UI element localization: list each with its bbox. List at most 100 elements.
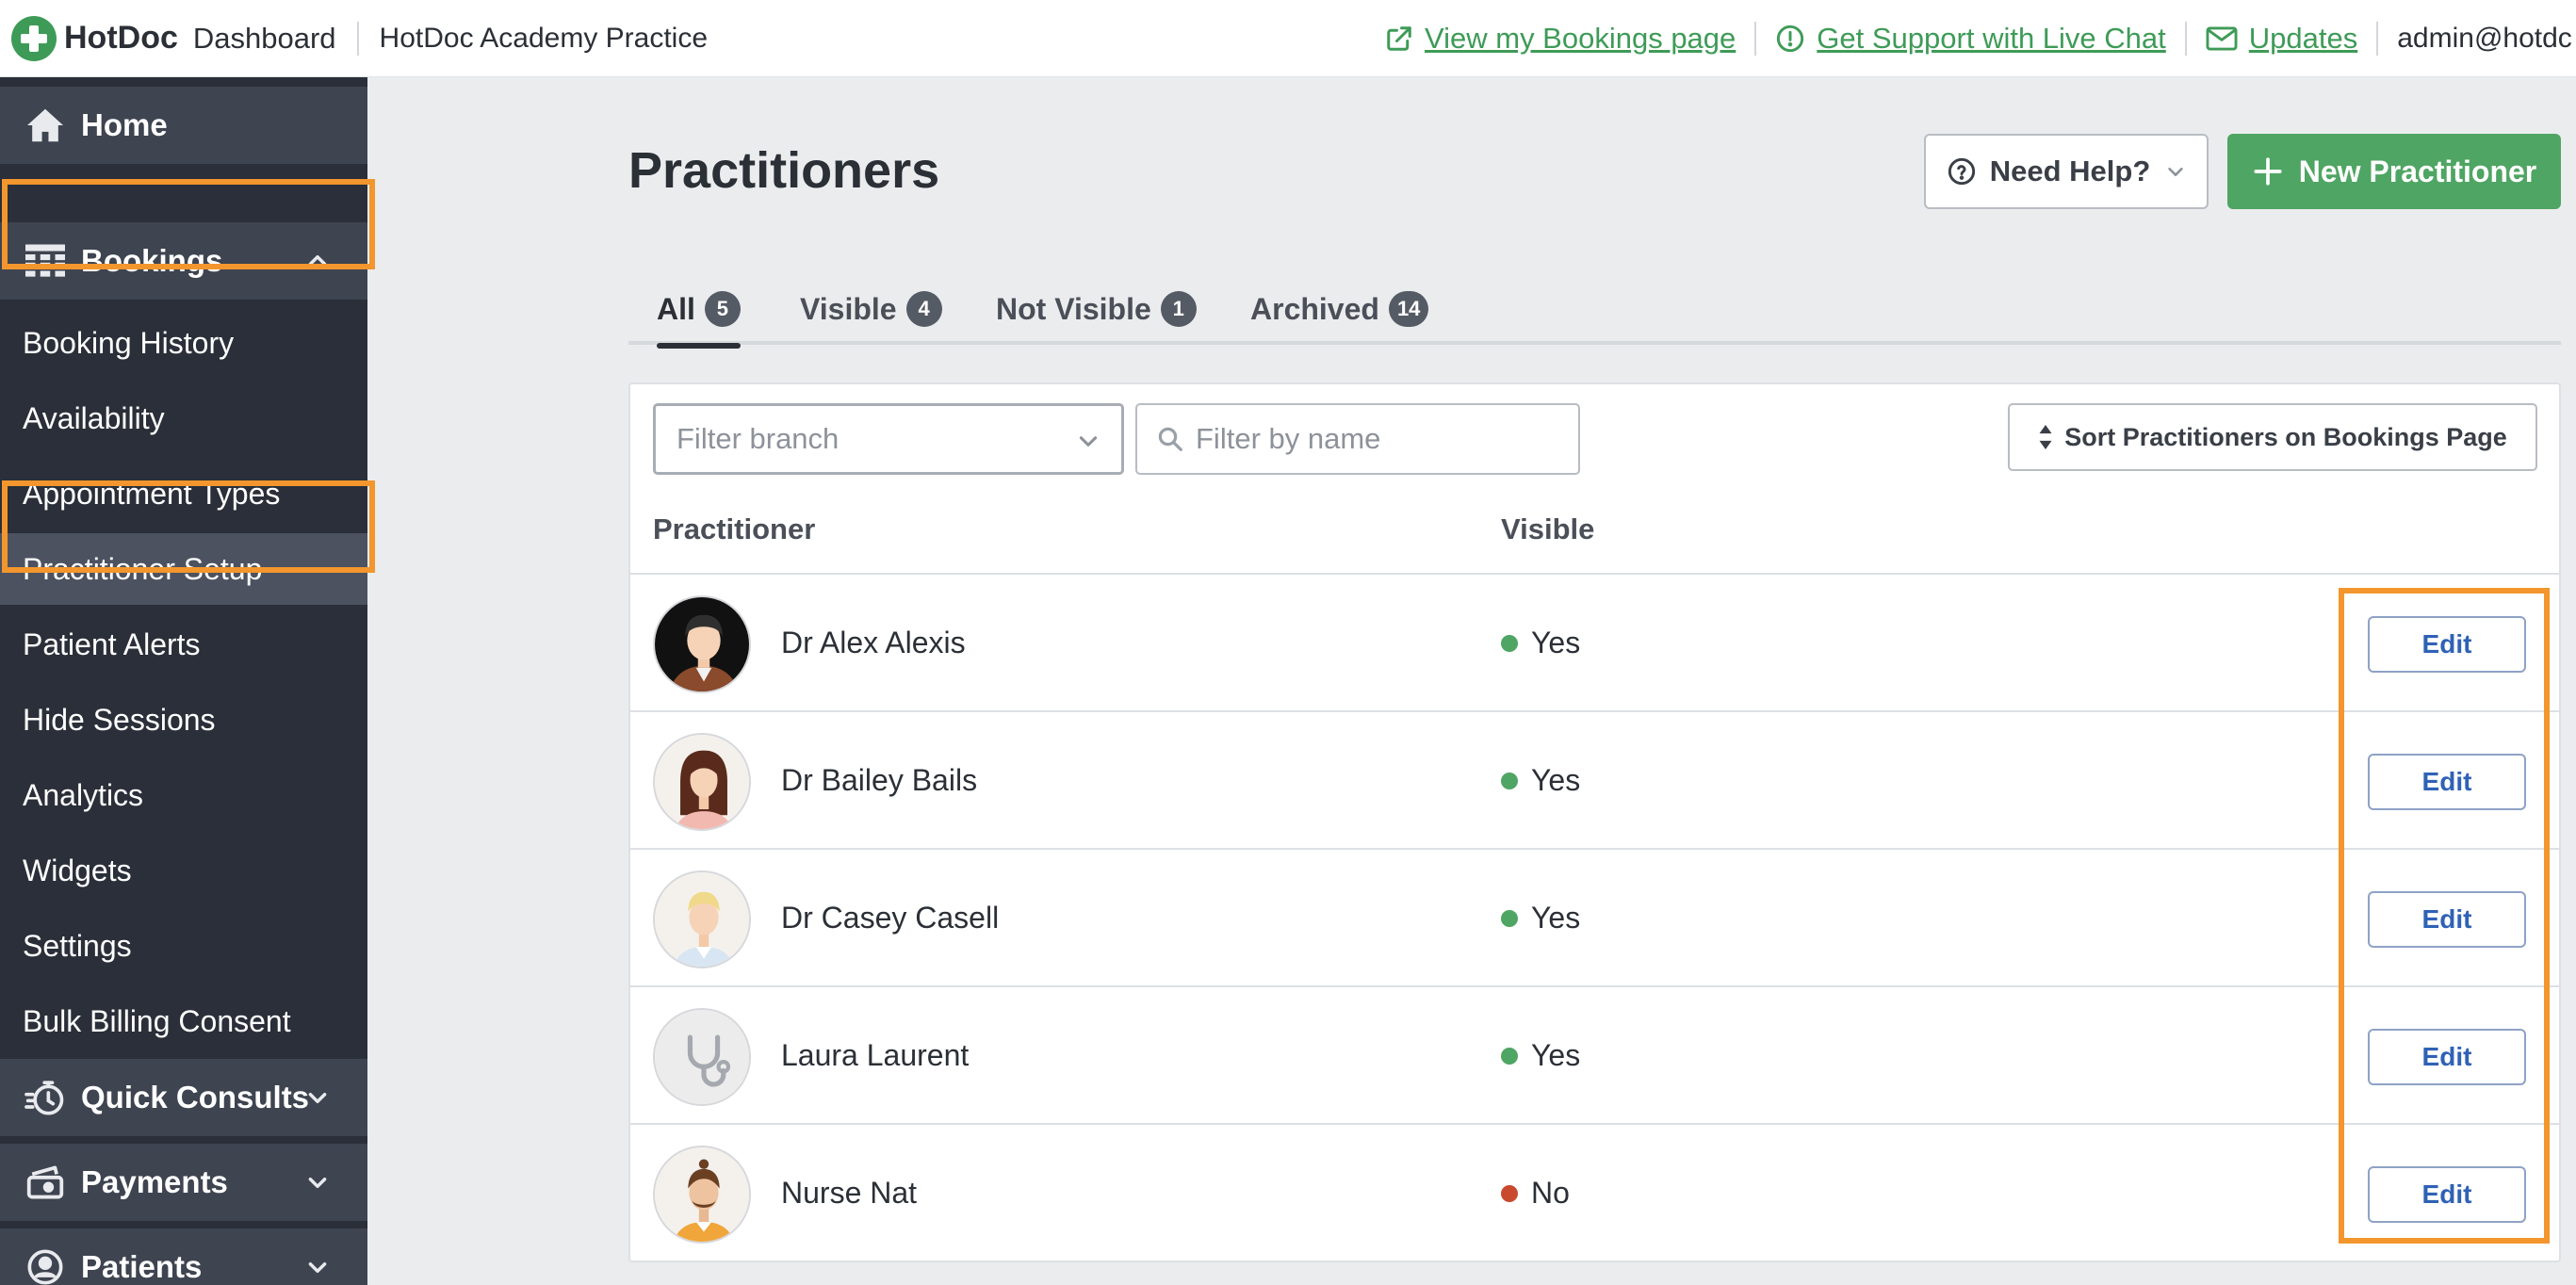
sidebar-item-patients[interactable]: Patients [0,1228,367,1285]
blonde-doctor-avatar-icon [655,872,749,967]
status-dot-icon [1501,1047,1518,1065]
status-dot-icon [1501,772,1518,789]
sidebar-item-booking-history[interactable]: Booking History [0,307,367,379]
filter-by-name-field [1135,403,1580,475]
card-payment-icon [24,1164,66,1200]
practitioner-name[interactable]: Laura Laurent [781,1038,969,1073]
stopwatch-icon [24,1079,66,1116]
user-account-menu[interactable]: admin@hotdc [2397,23,2572,55]
edit-button[interactable]: Edit [2368,1029,2526,1085]
user-circle-icon [24,1248,66,1285]
sidebar-item-label: Patient Alerts [23,626,201,661]
top-divider [1754,22,1757,56]
count-badge: 5 [704,291,741,327]
sidebar-item-hide-sessions[interactable]: Hide Sessions [0,684,367,756]
envelope-icon [2206,25,2238,52]
practitioner-name[interactable]: Nurse Nat [781,1176,917,1211]
visibility-value: Yes [1531,626,1581,659]
visibility-value: Yes [1531,763,1581,797]
brand-section: Dashboard [192,21,336,55]
tab-label: Not Visible [996,291,1151,326]
edit-button[interactable]: Edit [2368,754,2526,810]
view-bookings-page-label: View my Bookings page [1425,22,1736,55]
filter-by-name-input[interactable] [1196,422,1573,456]
new-practitioner-button[interactable]: New Practitioner [2227,134,2561,209]
column-header-visible[interactable]: Visible [1501,512,1594,546]
chevron-down-icon[interactable] [305,1255,330,1279]
sidebar-item-label: Booking History [23,325,235,360]
sidebar-item-appointment-types[interactable]: Appointment Types [0,458,367,529]
visibility-status: Yes [1501,763,1580,798]
sidebar-item-payments[interactable]: Payments [0,1144,367,1221]
page-title: Practitioners [628,142,940,199]
visibility-status: Yes [1501,626,1580,660]
practice-name[interactable]: HotDoc Academy Practice [380,23,708,55]
visibility-status: Yes [1501,901,1580,935]
sidebar-item-widgets[interactable]: Widgets [0,835,367,906]
sidebar-item-label: Bulk Billing Consent [23,1003,291,1038]
visibility-status: No [1501,1176,1570,1211]
sidebar-item-quick-consults[interactable]: Quick Consults [0,1059,367,1136]
brand-name: HotDoc [64,20,178,56]
tab-label: All [657,291,695,326]
male-doctor-avatar-icon [655,597,749,691]
tab-all[interactable]: All 5 [657,273,741,349]
external-link-icon [1385,24,1413,53]
sidebar-item-bulk-billing-consent[interactable]: Bulk Billing Consent [0,985,367,1057]
column-header-practitioner[interactable]: Practitioner [653,512,815,546]
table-row: Laura Laurent Yes Edit [630,987,2561,1125]
updates-link[interactable]: Updates [2206,22,2357,56]
sidebar-item-label: Practitioner Setup [23,551,263,586]
sidebar-item-bookings-label: Bookings [81,243,223,278]
sidebar-item-home[interactable]: Home [0,87,367,164]
chevron-up-icon[interactable] [305,249,330,273]
tab-label: Archived [1250,291,1379,326]
calendar-grid-icon [24,244,66,278]
practitioners-panel: Filter branch Sort Practitioners on Book… [628,382,2561,1262]
sidebar-item-label: Appointment Types [23,476,281,511]
filter-branch-placeholder: Filter branch [677,422,840,455]
live-chat-support-link[interactable]: Get Support with Live Chat [1775,22,2166,56]
practitioner-name[interactable]: Dr Bailey Bails [781,763,977,798]
visibility-value: Yes [1531,1038,1581,1072]
brand[interactable]: HotDoc Dashboard [11,15,336,61]
edit-button[interactable]: Edit [2368,891,2526,948]
sidebar-item-analytics[interactable]: Analytics [0,759,367,831]
stethoscope-avatar-icon [655,1010,749,1104]
sidebar-item-label: Widgets [23,853,132,887]
tab-not-visible[interactable]: Not Visible 1 [996,273,1197,345]
table-row: Dr Casey Casell Yes Edit [630,850,2561,987]
visibility-status: Yes [1501,1038,1580,1073]
edit-button[interactable]: Edit [2368,1166,2526,1223]
sidebar-item-home-label: Home [81,107,168,142]
sort-practitioners-button[interactable]: Sort Practitioners on Bookings Page [2008,403,2537,471]
updates-label: Updates [2248,22,2358,55]
practitioner-name[interactable]: Dr Casey Casell [781,901,999,935]
top-divider [2184,22,2187,56]
view-bookings-page-link[interactable]: View my Bookings page [1385,22,1736,56]
count-badge: 14 [1388,291,1429,327]
practitioner-tabs: All 5 Visible 4 Not Visible 1 Archived 1… [628,273,2561,349]
tab-archived[interactable]: Archived 14 [1250,273,1429,345]
sidebar-item-patients-label: Patients [81,1249,203,1284]
need-help-button[interactable]: Need Help? [1924,134,2209,209]
practitioner-name[interactable]: Dr Alex Alexis [781,626,966,660]
sidebar-item-label: Availability [23,400,165,435]
tab-visible[interactable]: Visible 4 [800,273,942,345]
filter-branch-select[interactable]: Filter branch [653,403,1124,475]
home-icon [24,107,66,143]
chevron-down-icon[interactable] [305,1170,330,1195]
sidebar-item-patient-alerts[interactable]: Patient Alerts [0,609,367,680]
sort-practitioners-label: Sort Practitioners on Bookings Page [2064,422,2507,451]
sidebar-item-settings[interactable]: Settings [0,910,367,982]
visibility-value: Yes [1531,901,1581,935]
edit-button[interactable]: Edit [2368,616,2526,673]
nurse-avatar-icon [655,1147,749,1242]
sidebar-item-label: Settings [23,928,132,963]
practitioner-avatar [653,870,751,968]
sidebar-item-availability[interactable]: Availability [0,382,367,454]
sidebar-item-bookings[interactable]: Bookings [0,222,367,300]
status-dot-icon [1501,909,1518,927]
sidebar-item-practitioner-setup[interactable]: Practitioner Setup [0,533,367,605]
chevron-down-icon[interactable] [305,1085,330,1110]
